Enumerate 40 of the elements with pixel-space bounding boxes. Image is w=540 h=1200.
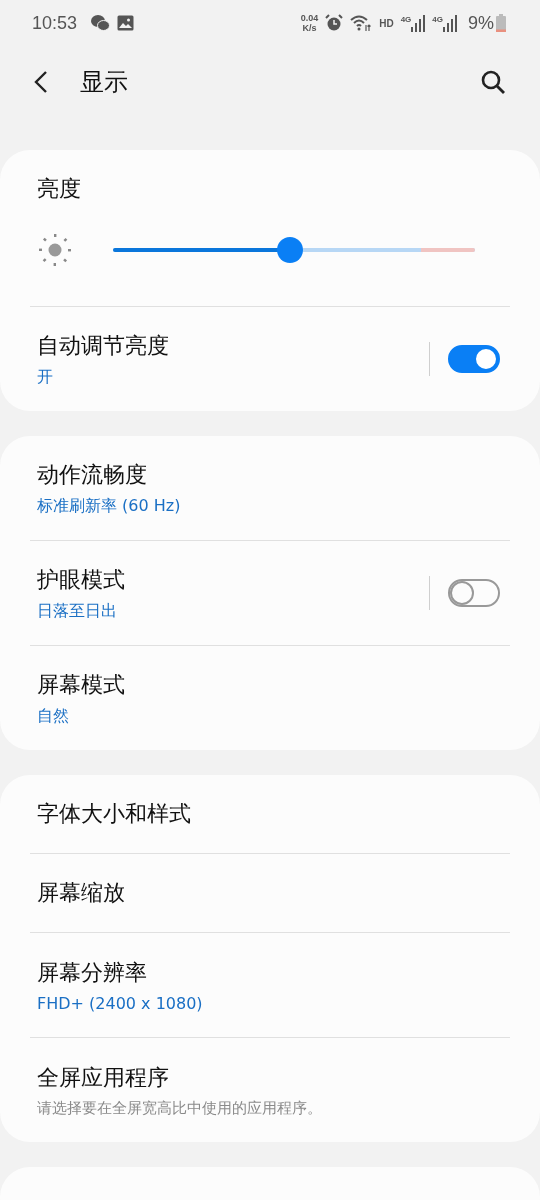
setting-description: 请选择要在全屏宽高比中使用的应用程序。 — [37, 1098, 323, 1118]
setting-label: 亮度 — [37, 175, 82, 203]
setting-row[interactable]: 护眼模式 日落至日出 — [30, 541, 510, 645]
setting-row[interactable]: 全屏应用程序 请选择要在全屏宽高比中使用的应用程序。 — [30, 1038, 510, 1142]
setting-label: 屏幕缩放 — [37, 879, 126, 907]
battery-icon — [496, 14, 506, 32]
setting-row[interactable]: 字体大小和样式 — [30, 775, 510, 853]
setting-label: 护眼模式 — [37, 565, 126, 594]
setting-row[interactable]: 屏幕模式 自然 — [30, 646, 510, 750]
signal-icon — [443, 14, 457, 32]
network-speed: 0.04 K/s — [300, 13, 319, 33]
toggle-switch[interactable] — [448, 579, 500, 607]
signal-icon — [411, 14, 426, 32]
setting-row[interactable]: 自动调节亮度 开 — [30, 307, 510, 411]
status-time: 10:53 — [32, 12, 78, 34]
page-title: 显示 — [80, 67, 128, 98]
setting-label: 自动调节亮度 — [37, 331, 170, 360]
network-type: 4G — [432, 14, 443, 24]
hd-label: HD — [379, 17, 394, 29]
battery-percent: 9% — [468, 12, 494, 34]
network-type: 4G — [400, 14, 412, 24]
toggle-switch[interactable] — [448, 345, 500, 373]
setting-label: 屏幕分辨率 — [37, 958, 148, 987]
setting-row[interactable]: 动作流畅度 标准刷新率 (60 Hz) — [30, 436, 510, 540]
setting-label: 字体大小和样式 — [37, 800, 192, 828]
chat-app-icon — [90, 14, 111, 32]
setting-label: 动作流畅度 — [37, 460, 148, 489]
setting-value: 日落至日出 — [37, 600, 118, 622]
setting-row[interactable]: 屏幕缩放 — [30, 854, 510, 932]
setting-value: FHD+ (2400 x 1080) — [37, 993, 204, 1013]
image-icon — [117, 15, 135, 31]
setting-label: 屏幕模式 — [37, 670, 126, 699]
setting-row[interactable]: 屏幕分辨率 FHD+ (2400 x 1080) — [30, 933, 510, 1037]
wifi-icon — [350, 14, 373, 32]
setting-value: 标准刷新率 (60 Hz) — [37, 495, 182, 517]
alarm-icon — [325, 14, 344, 32]
setting-label: 全屏应用程序 — [37, 1063, 170, 1092]
brightness-icon — [37, 232, 73, 268]
setting-value: 开 — [37, 366, 54, 388]
setting-value: 自然 — [37, 705, 70, 727]
